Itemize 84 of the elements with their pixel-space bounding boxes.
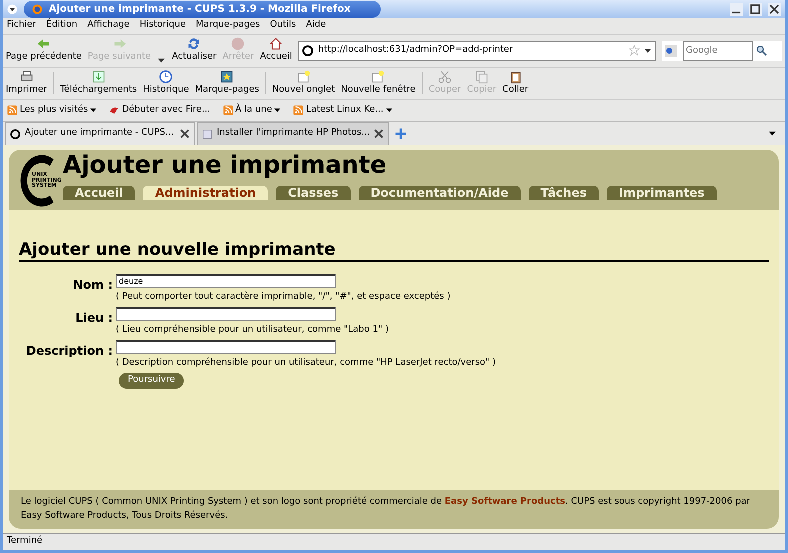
star-icon bbox=[629, 45, 640, 56]
new-tab-icon bbox=[371, 70, 386, 84]
menu-item[interactable]: Aide bbox=[306, 19, 326, 33]
menu-item[interactable]: Fichier bbox=[7, 19, 36, 33]
minimize-icon[interactable] bbox=[730, 2, 743, 16]
download-icon bbox=[92, 70, 106, 84]
arrow-left-icon bbox=[36, 37, 51, 51]
new-tab-icon bbox=[296, 70, 311, 84]
field-label: Lieu : bbox=[74, 310, 113, 328]
clock-icon bbox=[159, 70, 174, 84]
bookmark-item[interactable]: Débuter avec Fire... bbox=[109, 104, 211, 118]
close-icon[interactable] bbox=[374, 129, 384, 139]
search-field[interactable]: Google bbox=[683, 40, 753, 60]
caret-icon bbox=[386, 107, 393, 114]
search-icon bbox=[756, 44, 768, 56]
plus-icon[interactable] bbox=[395, 128, 408, 140]
caret-icon bbox=[768, 129, 777, 138]
site-icon bbox=[10, 128, 21, 140]
close-icon[interactable] bbox=[768, 2, 781, 16]
footer-text: Le logiciel CUPS ( Common UNIX Printing System ) et son logo sont propriété commerciale de Easy Software Products. CUPS est sous copyright 1997-2006 par Easy Software Products, Tous Droits Réservés. bbox=[9, 490, 779, 529]
caret-icon bbox=[90, 107, 98, 114]
clipboard-icon bbox=[508, 70, 523, 84]
nav-tab[interactable]: Imprimantes bbox=[607, 186, 717, 200]
site-icon bbox=[302, 44, 314, 56]
toolbar-button[interactable]: Nouvel onglet bbox=[272, 70, 336, 97]
caret-icon bbox=[274, 107, 282, 114]
toolbar-button[interactable]: Actualiser bbox=[172, 37, 217, 64]
page-icon bbox=[202, 128, 213, 140]
nav-tab[interactable]: Classes bbox=[276, 186, 351, 200]
bookmark-icon bbox=[220, 70, 234, 84]
address-bar[interactable]: http://localhost:631/admin?OP=add-printer bbox=[298, 40, 656, 60]
toolbar-button[interactable]: Imprimer bbox=[6, 70, 48, 97]
input-field[interactable] bbox=[116, 340, 336, 354]
browser-tab[interactable]: Installer l'imprimante HP Photos... bbox=[197, 122, 390, 145]
toolbar-button[interactable]: Historique bbox=[143, 70, 190, 97]
bird-icon bbox=[109, 105, 120, 116]
field-label: Nom : bbox=[72, 277, 113, 294]
menu-item[interactable]: Affichage bbox=[88, 19, 130, 33]
search-engine-icon bbox=[662, 44, 680, 56]
nav-tab[interactable]: Tâches bbox=[528, 186, 599, 200]
menu-item[interactable]: Marque-pages bbox=[196, 19, 260, 33]
toolbar-button[interactable]: Accueil bbox=[260, 37, 292, 64]
feed-icon bbox=[7, 105, 18, 116]
close-icon[interactable] bbox=[180, 129, 190, 139]
field-hint: ( Description compréhensible pour un utilisateur, comme "HP LaserJet recto/verso" ) bbox=[116, 356, 496, 370]
section-heading: Ajouter une nouvelle imprimante bbox=[19, 240, 769, 262]
nav-tab[interactable]: Administration bbox=[143, 186, 268, 200]
menu-item[interactable]: Outils bbox=[270, 19, 296, 33]
window-title: Ajouter une imprimante - CUPS 1.3.9 - Mozilla Firefox bbox=[49, 2, 351, 16]
caret-icon bbox=[644, 46, 652, 54]
bookmark-item[interactable]: À la une bbox=[222, 104, 282, 118]
printer-icon bbox=[20, 70, 34, 84]
field-hint: ( Lieu compréhensible pour un utilisateur, comme "Labo 1" ) bbox=[116, 324, 389, 337]
menu-item[interactable]: Édition bbox=[46, 19, 78, 33]
toolbar-button[interactable]: Page précédente bbox=[6, 37, 82, 64]
browser-tab[interactable]: Ajouter une imprimante - CUPS... bbox=[5, 122, 195, 145]
scissors-icon bbox=[438, 70, 452, 84]
toolbar-button[interactable]: Nouvelle fenêtre bbox=[341, 70, 416, 97]
arrow-right-icon bbox=[112, 37, 126, 51]
field-label: Description : bbox=[25, 343, 113, 360]
page-title: Ajouter une imprimante bbox=[63, 152, 388, 178]
bookmark-item[interactable]: Latest Linux Ke... bbox=[293, 104, 393, 118]
status-text: Terminé bbox=[3, 533, 785, 550]
maximize-icon[interactable] bbox=[749, 2, 762, 16]
copy-icon bbox=[474, 70, 489, 84]
bookmark-item[interactable]: Les plus visités bbox=[7, 104, 98, 118]
feed-icon bbox=[222, 105, 234, 116]
nav-tab[interactable]: Accueil bbox=[63, 186, 136, 200]
nav-tab[interactable]: Documentation/Aide bbox=[358, 186, 521, 200]
toolbar-button[interactable]: Marque-pages bbox=[195, 70, 260, 97]
field-hint: ( Peut comporter tout caractère imprimable, "/", "#", et espace exceptés ) bbox=[116, 290, 451, 304]
globe-icon bbox=[32, 4, 43, 14]
menu-icon bbox=[7, 4, 18, 14]
toolbar-button[interactable]: Téléchargements bbox=[60, 70, 138, 97]
house-icon bbox=[269, 37, 284, 51]
stop-icon bbox=[231, 37, 246, 51]
feed-icon bbox=[293, 105, 304, 116]
toolbar-button[interactable]: Coller bbox=[502, 70, 529, 97]
menu-item[interactable]: Historique bbox=[140, 19, 186, 33]
input-field[interactable] bbox=[116, 307, 336, 322]
reload-icon bbox=[187, 37, 202, 51]
footer-link[interactable]: Easy Software Products bbox=[444, 497, 566, 507]
input-field[interactable]: deuze bbox=[116, 274, 336, 288]
submit-button[interactable]: Poursuivre bbox=[119, 373, 184, 389]
